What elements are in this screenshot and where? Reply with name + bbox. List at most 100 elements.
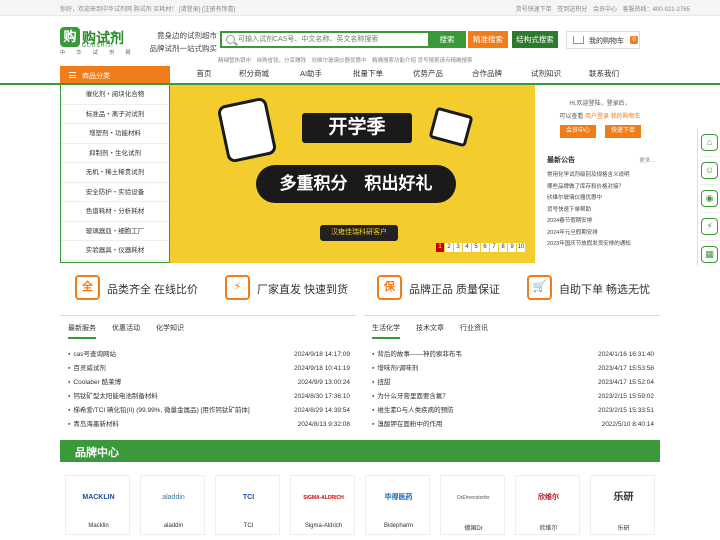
- item-title[interactable]: 为什么牙膏里面要含氟？: [372, 390, 449, 404]
- nav-bulk-order[interactable]: 批量下单: [337, 68, 399, 82]
- announcement-item[interactable]: 货号快速下单帮助: [547, 205, 655, 217]
- brand-card[interactable]: aladdin aladdin: [140, 475, 205, 535]
- banner-page-button[interactable]: 9: [508, 243, 516, 252]
- list-item[interactable]: 钙钛矿型太阳能电池制备材料 2024/8/30 17:36:10: [68, 390, 350, 404]
- nav-contact-us[interactable]: 联系我们: [575, 68, 633, 82]
- announcement-item[interactable]: 哪些品牌做了库存和价格对接？: [547, 182, 655, 194]
- page: 你好，欢迎来到中华试剂网 购试剂 买耗材！ [请登录] [注册有惊喜] 货号快速…: [0, 0, 720, 540]
- brand-center-title: 品牌中心: [75, 447, 119, 459]
- nav-reagent-knowledge[interactable]: 试剂知识: [517, 68, 575, 82]
- banner-page-button[interactable]: 4: [463, 243, 471, 252]
- list-item[interactable]: 为什么牙膏里面要含氟？ 2023/2/15 15:59:02: [372, 390, 654, 404]
- brand-card[interactable]: TCI TCI: [215, 475, 280, 535]
- qq-icon[interactable]: ◉: [701, 190, 718, 207]
- announcement-item[interactable]: 2023年国庆节放假发货安排的通知: [547, 239, 655, 251]
- announcements-more-link[interactable]: 更多...: [639, 156, 655, 164]
- item-title[interactable]: 维生素D与人类疾病的预防: [372, 404, 453, 418]
- item-title[interactable]: 溴酸钾在面粉中的作用: [372, 418, 442, 432]
- list-item[interactable]: 梯希爱/TCI 碘化铅(II) (99.99%, 微量金属品) [用作钙钛矿前体…: [68, 404, 350, 418]
- nav-home[interactable]: 首页: [185, 68, 223, 82]
- nav-ai-assistant[interactable]: AI助手: [285, 68, 337, 82]
- quick-order-button[interactable]: 快速下单: [605, 125, 641, 138]
- category-item[interactable]: 催化剂・阅块化合物: [61, 85, 169, 105]
- item-title[interactable]: 梯希爱/TCI 碘化铅(II) (99.99%, 微量金属品) [用作钙钛矿前体…: [68, 404, 249, 418]
- tab-promotions[interactable]: 优惠活动: [112, 323, 140, 339]
- brand-card[interactable]: 毕得医药 Bidepharm: [365, 475, 430, 535]
- brand-card[interactable]: DrEhrenstorfer 德国Dr: [440, 475, 505, 535]
- item-title[interactable]: 青岛海墨新材料: [68, 418, 119, 432]
- item-title[interactable]: 钙钛矿型太阳能电池制备材料: [68, 390, 158, 404]
- category-item[interactable]: 标准品・离子对试剂: [61, 105, 169, 124]
- lightning-icon[interactable]: ⚡: [701, 218, 718, 235]
- tab-tech-articles[interactable]: 技术文章: [416, 323, 444, 339]
- banner-page-button[interactable]: 3: [454, 243, 462, 252]
- structure-search-button[interactable]: 结构式搜索: [512, 31, 558, 48]
- phone-illustration-icon: [216, 96, 278, 164]
- banner-page-button[interactable]: 5: [472, 243, 480, 252]
- category-item[interactable]: 安全防护・实验设备: [61, 183, 169, 202]
- cart-button[interactable]: 我的购物车 0: [566, 31, 640, 49]
- category-item[interactable]: 无机・稀土稀贵试剂: [61, 163, 169, 183]
- announcement-item[interactable]: 2024春节假期安排: [547, 216, 655, 228]
- banner-page-button[interactable]: 8: [499, 243, 507, 252]
- brand-card[interactable]: 欣维尔 欣维尔: [515, 475, 580, 535]
- banner-page-button[interactable]: 2: [445, 243, 453, 252]
- promo-banner[interactable]: 开学季 多重积分 积出好礼 汉雍佳瑞科研客户 1 2 3 4 5 6 7 8 9…: [170, 85, 535, 263]
- banner-page-button[interactable]: 7: [490, 243, 498, 252]
- top-link-hotline: 客服热线：400-021-2765: [622, 7, 690, 13]
- nav-partner-brands[interactable]: 合作品牌: [457, 68, 517, 82]
- top-link-sign-in[interactable]: 签到送积分: [557, 7, 587, 13]
- tab-life-chemistry[interactable]: 生活化学: [372, 323, 400, 339]
- hot-keywords[interactable]: 精细管热销中 自购省钱，分享赚钱 欣维尔玻璃仪器优惠中 精确搜索功能介绍 货号搜…: [218, 56, 473, 64]
- grid-icon[interactable]: ▦: [701, 246, 718, 263]
- list-item[interactable]: 扭甜 2023/4/17 15:52:04: [372, 376, 654, 390]
- tab-industry-news[interactable]: 行业资讯: [460, 323, 488, 339]
- feature-text: 自助下单 畅选无忧: [559, 284, 651, 296]
- brand-name: 乐研: [617, 526, 630, 532]
- brand-card[interactable]: SIGMA-ALDRICH Sigma-Aldrich: [290, 475, 355, 535]
- nav-points-mall[interactable]: 积分商城: [223, 68, 285, 82]
- item-title[interactable]: 百灵威试剂: [68, 362, 106, 376]
- login-link[interactable]: 用户登录 我的购物车: [585, 114, 641, 120]
- item-title[interactable]: 增味剂/调味剂: [372, 362, 418, 376]
- nav-advantage-products[interactable]: 优势产品: [399, 68, 457, 82]
- precise-search-button[interactable]: 精准搜索: [468, 31, 508, 48]
- list-item[interactable]: 背后的故事——神药索菲布韦 2024/1/16 16:31:40: [372, 348, 654, 362]
- list-item[interactable]: 增味剂/调味剂 2023/4/17 15:53:58: [372, 362, 654, 376]
- tab-latest-services[interactable]: 最新服务: [68, 323, 96, 339]
- item-title[interactable]: cas号查询网站: [68, 348, 116, 362]
- banner-page-button[interactable]: 1: [436, 243, 444, 252]
- announcement-item[interactable]: 常用化学试剂级别及规格含义说明: [547, 170, 655, 182]
- announcement-item[interactable]: 欣维尔玻璃仪器优惠中: [547, 193, 655, 205]
- cart-icon: [573, 36, 584, 44]
- list-item[interactable]: 青岛海墨新材料 2024/8/13 9:32:08: [68, 418, 350, 432]
- search-input[interactable]: [238, 33, 408, 46]
- list-item[interactable]: 维生素D与人类疾病的预防 2023/2/15 15:33:51: [372, 404, 654, 418]
- banner-page-button[interactable]: 10: [517, 243, 525, 252]
- top-link-member[interactable]: 会员中心: [593, 7, 617, 13]
- customer-service-icon[interactable]: ☺: [701, 162, 718, 179]
- welcome-text[interactable]: 你好，欢迎来到中华试剂网 购试剂 买耗材！ [请登录] [注册有惊喜]: [60, 4, 235, 13]
- list-item[interactable]: Coolaber 酷莱博 2024/9/9 13:00:24: [68, 376, 350, 390]
- item-title[interactable]: Coolaber 酷莱博: [68, 376, 121, 390]
- category-item[interactable]: 实验器具・仪器耗材: [61, 241, 169, 261]
- top-link-quick-order[interactable]: 货号快速下单: [516, 7, 552, 13]
- search-button[interactable]: 搜索: [428, 31, 466, 48]
- cart-icon[interactable]: ⌂: [701, 134, 718, 151]
- list-item[interactable]: 溴酸钾在面粉中的作用 2022/5/10 8:40:14: [372, 418, 654, 432]
- category-item[interactable]: 抑制剂・生化试剂: [61, 144, 169, 163]
- brand-card[interactable]: MACKLIN Macklin: [65, 475, 130, 535]
- item-title[interactable]: 扭甜: [372, 376, 390, 390]
- list-item[interactable]: 百灵威试剂 2024/9/18 10:41:19: [68, 362, 350, 376]
- banner-page-button[interactable]: 6: [481, 243, 489, 252]
- item-title[interactable]: 背后的故事——神药索菲布韦: [372, 348, 462, 362]
- site-logo[interactable]: 购 购试剂 GOUSHIJI 中 华 试 剂 网: [60, 27, 131, 57]
- category-item[interactable]: 玻璃器皿・细胞工厂: [61, 222, 169, 241]
- announcement-item[interactable]: 2024年元旦假期安排: [547, 228, 655, 240]
- category-item[interactable]: 色谱耗材・分析耗材: [61, 202, 169, 222]
- category-item[interactable]: 增塑剂・功能材料: [61, 124, 169, 144]
- list-item[interactable]: cas号查询网站 2024/9/18 14:17:09: [68, 348, 350, 362]
- tab-chemistry-knowledge[interactable]: 化学知识: [156, 323, 184, 339]
- brand-card[interactable]: 乐研 乐研: [590, 475, 655, 535]
- member-center-button[interactable]: 会员中心: [560, 125, 596, 138]
